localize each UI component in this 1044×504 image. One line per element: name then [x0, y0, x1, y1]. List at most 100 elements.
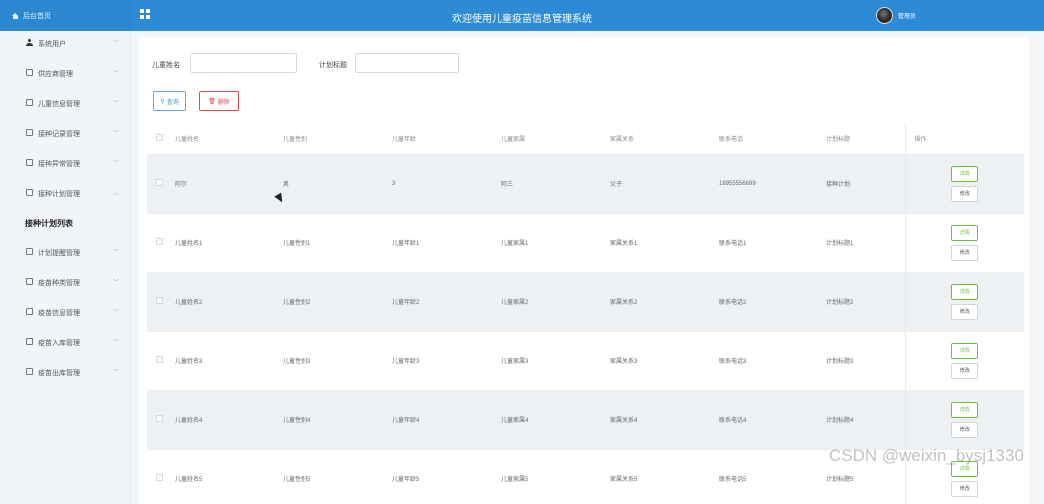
- plan-title-input[interactable]: [355, 53, 459, 73]
- detail-button[interactable]: 详情: [951, 224, 979, 241]
- cell-child-age: 3: [383, 154, 492, 214]
- detail-button[interactable]: 详情: [951, 165, 979, 182]
- cell-child-name: 儿童姓名3: [166, 331, 274, 391]
- column-header[interactable]: 儿童家属: [492, 123, 601, 155]
- edit-button[interactable]: 修改: [951, 421, 979, 438]
- cell-guardian: 儿童家属4: [492, 390, 601, 450]
- sidebar-item-suppliers[interactable]: 供应商管理 ﹀: [0, 66, 131, 80]
- cell-child-age: 儿童年龄3: [383, 331, 492, 391]
- table-row[interactable]: 儿童姓名4 儿童性别4 儿童年龄4 儿童家属4 家属关系4 联系电话4 计划标题…: [147, 390, 1024, 450]
- search-button[interactable]: ⚲ 查询: [153, 91, 186, 111]
- select-all-cell: [147, 123, 166, 155]
- row-checkbox[interactable]: [156, 474, 163, 481]
- row-checkbox[interactable]: [156, 297, 163, 304]
- delete-button-label: 删除: [217, 99, 230, 106]
- cell-plan-title: 计划标题1: [817, 213, 905, 273]
- column-header[interactable]: 联系电话: [710, 123, 817, 155]
- sidebar-item-label: 系统用户: [38, 41, 66, 48]
- child-name-input[interactable]: [190, 53, 297, 73]
- trash-icon: 🗑: [208, 98, 216, 105]
- menu-box-icon: [26, 99, 33, 106]
- cell-plan-title: 计划标题3: [817, 331, 905, 391]
- column-header[interactable]: 家属关系: [601, 123, 710, 155]
- cell-child-age: 儿童年龄4: [383, 390, 492, 450]
- cell-actions: 详情 修改: [904, 213, 1024, 273]
- cell-plan-title: 接种计划: [817, 154, 905, 214]
- edit-button[interactable]: 修改: [951, 185, 979, 202]
- chevron-down-icon: ﹀: [113, 71, 120, 77]
- sidebar-item-vaccine-types[interactable]: 疫苗种类管理 ﹀: [0, 275, 131, 289]
- user-icon: [26, 39, 33, 46]
- sidebar-item-vaccination-plans[interactable]: 接种计划管理 ︿: [0, 186, 131, 200]
- edit-button[interactable]: 修改: [951, 303, 979, 320]
- sidebar-item-vaccine-outbound[interactable]: 疫苗出库管理 ﹀: [0, 365, 131, 379]
- edit-button[interactable]: 修改: [951, 480, 979, 497]
- delete-button[interactable]: 🗑 删除: [199, 91, 239, 111]
- sidebar-item-label: 供应商管理: [38, 71, 73, 78]
- row-checkbox[interactable]: [156, 238, 163, 245]
- cell-child-gender: 儿童性别2: [274, 272, 383, 332]
- cell-child-gender: 儿童性别4: [274, 390, 383, 450]
- sidebar-item-label: 疫苗出库管理: [38, 370, 80, 377]
- cell-plan-title: 计划标题4: [817, 390, 905, 450]
- menu-box-icon: [26, 278, 33, 285]
- plan-title-label: 计划标题: [319, 62, 347, 69]
- menu-box-icon: [26, 368, 33, 375]
- edit-button[interactable]: 修改: [951, 362, 979, 379]
- menu-box-icon: [26, 69, 33, 76]
- sidebar-item-vaccination-anomalies[interactable]: 接种异常管理 ﹀: [0, 156, 131, 170]
- row-checkbox[interactable]: [156, 179, 163, 186]
- table-row[interactable]: 儿童姓名3 儿童性别3 儿童年龄3 儿童家属3 家属关系3 联系电话3 计划标题…: [147, 331, 1024, 391]
- cell-child-name: 儿童姓名2: [166, 272, 274, 332]
- chevron-down-icon: ﹀: [113, 340, 120, 346]
- menu-box-icon: [26, 248, 33, 255]
- sidebar-item-vaccine-info[interactable]: 疫苗信息管理 ﹀: [0, 305, 131, 319]
- sidebar-item-plan-reminders[interactable]: 计划提醒管理 ﹀: [0, 245, 131, 259]
- submenu-item-plan-list[interactable]: 接种计划列表: [25, 218, 73, 229]
- sidebar-item-label: 疫苗信息管理: [38, 310, 80, 317]
- avatar[interactable]: [876, 7, 893, 24]
- cell-actions: 详情 修改: [904, 272, 1024, 332]
- detail-button[interactable]: 详情: [951, 342, 979, 359]
- chevron-down-icon: ﹀: [113, 101, 120, 107]
- sidebar-item-label: 儿童信息管理: [38, 101, 80, 108]
- main-content: 儿童姓名 计划标题 ⚲ 查询 🗑 删除 儿童姓名 儿童性别 儿童年龄 儿童家属: [131, 31, 1044, 504]
- cell-actions: 详情 修改: [904, 154, 1024, 214]
- table-row[interactable]: 儿童姓名2 儿童性别2 儿童年龄2 儿童家属2 家属关系2 联系电话2 计划标题…: [147, 272, 1024, 332]
- column-header[interactable]: 儿童年龄: [383, 123, 492, 155]
- sidebar-item-label: 疫苗入库管理: [38, 340, 80, 347]
- cell-child-name: 儿童姓名4: [166, 390, 274, 450]
- cell-relationship: 家属关系4: [601, 390, 710, 450]
- sidebar-item-children[interactable]: 儿童信息管理 ﹀: [0, 96, 131, 110]
- cell-relationship: 家属关系3: [601, 331, 710, 391]
- column-header[interactable]: 儿童姓名: [166, 123, 274, 155]
- cell-child-gender: 儿童性别5: [274, 449, 383, 504]
- table-row[interactable]: 儿童姓名1 儿童性别1 儿童年龄1 儿童家属1 家属关系1 联系电话1 计划标题…: [147, 213, 1024, 273]
- sidebar-item-system-users[interactable]: 系统用户 ﹀: [0, 36, 131, 50]
- search-icon: ⚲: [160, 98, 165, 105]
- top-bar: 后台首页 欢迎使用儿童疫苗信息管理系统 管理员: [0, 0, 1044, 31]
- menu-box-icon: [26, 129, 33, 136]
- watermark: CSDN @weixin_bysj1330: [829, 446, 1024, 465]
- cell-plan-title: 计划标题2: [817, 272, 905, 332]
- menu-box-icon: [26, 338, 33, 345]
- sidebar-item-vaccination-records[interactable]: 接种记录管理 ﹀: [0, 126, 131, 140]
- cell-actions: 详情 修改: [904, 390, 1024, 450]
- cell-relationship: 家属关系5: [601, 449, 710, 504]
- column-header[interactable]: 计划标题: [817, 123, 905, 155]
- menu-box-icon: [26, 308, 33, 315]
- row-checkbox[interactable]: [156, 415, 163, 422]
- sidebar-item-vaccine-inbound[interactable]: 疫苗入库管理 ﹀: [0, 335, 131, 349]
- child-name-label: 儿童姓名: [152, 62, 180, 69]
- select-all-checkbox[interactable]: [156, 133, 163, 141]
- cell-guardian: 儿童家属2: [492, 272, 601, 332]
- row-checkbox[interactable]: [156, 356, 163, 363]
- detail-button[interactable]: 详情: [951, 401, 979, 418]
- edit-button[interactable]: 修改: [951, 244, 979, 261]
- cell-child-age: 儿童年龄1: [383, 213, 492, 273]
- cell-child-gender: 男: [274, 154, 383, 214]
- detail-button[interactable]: 详情: [951, 283, 979, 300]
- cell-relationship: 家属关系2: [601, 272, 710, 332]
- user-menu[interactable]: 管理员: [876, 7, 916, 24]
- column-header[interactable]: 儿童性别: [274, 123, 383, 155]
